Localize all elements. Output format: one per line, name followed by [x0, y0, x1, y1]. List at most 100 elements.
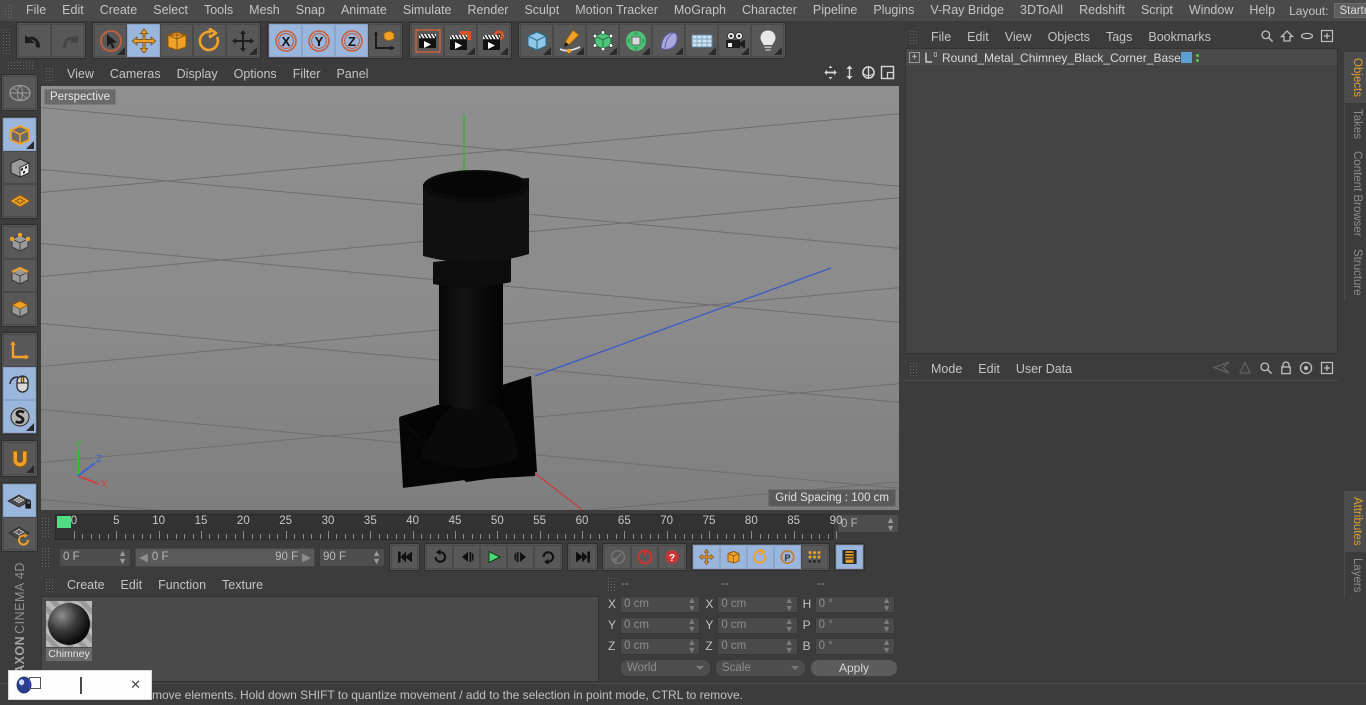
texture-mode-button[interactable] — [3, 151, 36, 184]
coordinates-gripper[interactable] — [607, 577, 617, 591]
menu-render[interactable]: Render — [459, 0, 516, 21]
previous-frame-button[interactable] — [453, 545, 480, 569]
add-nurbs-button[interactable] — [586, 24, 619, 57]
spinner-icon[interactable]: ▲ ▼ — [687, 638, 696, 655]
objects-menu-objects[interactable]: Objects — [1040, 27, 1098, 47]
add-layer-icon[interactable] — [1320, 29, 1334, 46]
menu-character[interactable]: Character — [734, 0, 805, 21]
play-loop-button[interactable] — [534, 545, 561, 569]
spinner-icon[interactable]: ▲ ▼ — [118, 549, 127, 566]
pla-key-toggle[interactable] — [801, 545, 828, 569]
close-window-icon[interactable]: ✕ — [120, 677, 151, 693]
objects-menu-edit[interactable]: Edit — [959, 27, 997, 47]
spinner-icon[interactable]: ▲ ▼ — [785, 596, 794, 613]
eye-icon[interactable] — [1300, 29, 1314, 46]
add-array-button[interactable] — [619, 24, 652, 57]
viewport-menu-display[interactable]: Display — [169, 64, 226, 84]
objects-menu-view[interactable]: View — [997, 27, 1040, 47]
attributes-menu-edit[interactable]: Edit — [970, 359, 1008, 379]
expand-toggle[interactable]: + — [909, 52, 920, 63]
points-mode-button[interactable] — [3, 226, 36, 259]
viewport-menu-filter[interactable]: Filter — [285, 64, 329, 84]
size-x-field[interactable]: 0 cm ▲ ▼ — [717, 595, 798, 613]
vertical-tab-objects[interactable]: Objects — [1344, 52, 1366, 103]
size-mode-dropdown[interactable]: Scale — [715, 659, 806, 677]
start-frame-field[interactable]: 0 F ▲ ▼ — [59, 547, 131, 567]
material-item-chimney[interactable]: Chimney — [46, 601, 92, 661]
add-icon[interactable] — [1320, 361, 1334, 378]
spinner-icon[interactable]: ▲ ▼ — [372, 549, 381, 566]
rotate-tool[interactable] — [193, 24, 226, 57]
menu-mograph[interactable]: MoGraph — [666, 0, 734, 21]
objects-menu-bookmarks[interactable]: Bookmarks — [1140, 27, 1219, 47]
objects-menu-file[interactable]: File — [923, 27, 959, 47]
prev-icon[interactable] — [1211, 361, 1231, 377]
material-menu-texture[interactable]: Texture — [214, 575, 271, 595]
menu-help[interactable]: Help — [1241, 0, 1283, 21]
add-camera-button[interactable] — [718, 24, 751, 57]
menu-select[interactable]: Select — [145, 0, 196, 21]
menu-snap[interactable]: Snap — [288, 0, 333, 21]
menu-tools[interactable]: Tools — [196, 0, 241, 21]
timeline-range-slider[interactable]: ◀ 0 F 90 F ▶ — [135, 547, 315, 567]
render-settings-button[interactable] — [477, 24, 510, 57]
scale-key-toggle[interactable] — [720, 545, 747, 569]
viewport-menu-options[interactable]: Options — [226, 64, 285, 84]
timeline-ruler[interactable]: 0 5 10 15 20 25 30 35 40 45 50 55 60 65 70 75 80 85 90 — [55, 514, 842, 540]
add-cube-button[interactable] — [520, 24, 553, 57]
apply-button[interactable]: Apply — [810, 659, 898, 677]
autokeying-button[interactable] — [631, 545, 658, 569]
minimize-window-icon[interactable] — [70, 676, 92, 694]
target-icon[interactable] — [1299, 361, 1313, 378]
add-deformer-button[interactable] — [652, 24, 685, 57]
position-y-field[interactable]: 0 cm ▲ ▼ — [620, 616, 701, 634]
go-to-start-button[interactable] — [391, 545, 418, 569]
planar-workplane-button[interactable] — [3, 517, 36, 550]
spinner-icon[interactable]: ▲ ▼ — [882, 596, 891, 613]
make-editable-button[interactable] — [3, 118, 36, 151]
spinner-icon[interactable]: ▲ ▼ — [882, 638, 891, 655]
end-frame-field[interactable]: 90 F ▲ ▼ — [319, 547, 385, 567]
objects-tree[interactable]: + 0 Round_Metal_Chimney_Black_Corner_Bas… — [905, 48, 1338, 354]
lock-x-axis[interactable]: X — [269, 24, 302, 57]
lock-workplane-button[interactable] — [3, 484, 36, 517]
overlay-mini-window[interactable]: ✕ — [8, 670, 152, 700]
objects-menu-tags[interactable]: Tags — [1098, 27, 1140, 47]
attributes-menu-mode[interactable]: Mode — [923, 359, 970, 379]
record-active-objects-button[interactable] — [604, 545, 631, 569]
menu-redshift[interactable]: Redshift — [1071, 0, 1133, 21]
menu-mesh[interactable]: Mesh — [241, 0, 288, 21]
add-scene-object-button[interactable] — [685, 24, 718, 57]
restore-window-icon[interactable] — [29, 677, 41, 689]
toolbar-gripper[interactable] — [2, 27, 12, 54]
add-light-button[interactable] — [751, 24, 784, 57]
redo-button[interactable] — [51, 24, 84, 57]
menu-v-ray-bridge[interactable]: V-Ray Bridge — [922, 0, 1012, 21]
visibility-dots-icon[interactable] — [1195, 53, 1199, 62]
left-toolbar-gripper[interactable] — [6, 61, 33, 71]
world-object-coords[interactable] — [368, 24, 401, 57]
material-menu-edit[interactable]: Edit — [113, 575, 151, 595]
pan-icon[interactable] — [823, 65, 838, 83]
rotation-key-toggle[interactable] — [747, 545, 774, 569]
rotation-b-field[interactable]: 0 ° ▲ ▼ — [814, 637, 895, 655]
size-y-field[interactable]: 0 cm ▲ ▼ — [717, 616, 798, 634]
timeline-current-frame-field[interactable]: 0 F ▲ ▼ — [837, 514, 899, 542]
render-to-picture-viewer-button[interactable] — [444, 24, 477, 57]
menu-simulate[interactable]: Simulate — [395, 0, 460, 21]
polygons-mode-button[interactable] — [3, 292, 36, 325]
menu-edit[interactable]: Edit — [54, 0, 92, 21]
menubar-gripper[interactable] — [4, 3, 14, 18]
menu-window[interactable]: Window — [1181, 0, 1241, 21]
search-icon[interactable] — [1260, 29, 1274, 46]
undo-button[interactable] — [18, 24, 51, 57]
viewport-menu-view[interactable]: View — [59, 64, 102, 84]
menu-sculpt[interactable]: Sculpt — [516, 0, 567, 21]
menu-animate[interactable]: Animate — [333, 0, 395, 21]
enable-axis-modification-button[interactable] — [3, 367, 36, 400]
menu-create[interactable]: Create — [92, 0, 146, 21]
vertical-tab-layers[interactable]: Layers — [1344, 551, 1366, 599]
current-frame-marker[interactable] — [57, 516, 71, 528]
menu-plugins[interactable]: Plugins — [865, 0, 922, 21]
menu-3dtoall[interactable]: 3DToAll — [1012, 0, 1071, 21]
